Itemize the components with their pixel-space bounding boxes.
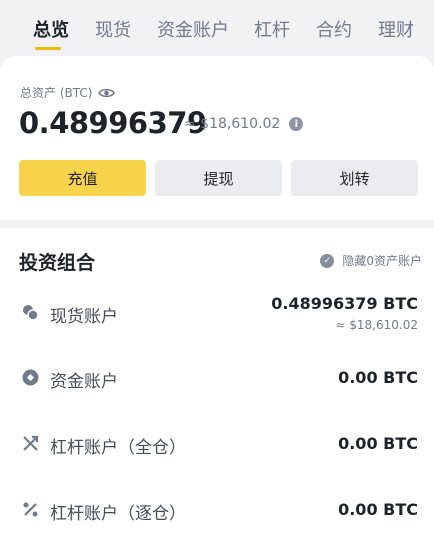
total-btc-value: 0.48996379: [19, 106, 207, 140]
tab-overview[interactable]: 总览: [33, 16, 69, 42]
withdraw-button[interactable]: 提现: [155, 160, 282, 196]
active-tab-indicator: [35, 47, 61, 50]
top-tab-bar: 总览 现货 资金账户 杠杆 合约 理财: [0, 0, 434, 56]
account-usd-value: ≈ $18,610.02: [335, 318, 418, 332]
transfer-button[interactable]: 划转: [291, 160, 418, 196]
portfolio-title: 投资组合: [19, 252, 96, 274]
spot-icon: [22, 304, 39, 321]
eye-icon[interactable]: [98, 87, 116, 99]
overview-card: 总资产 (BTC) 0.48996379 ≈ $18,610.02 i 充值 提…: [0, 56, 434, 220]
account-row-isolated-margin[interactable]: 杠杆账户（逐仓） 0.00 BTC: [0, 486, 434, 536]
tab-margin[interactable]: 杠杆: [254, 16, 290, 42]
cross-margin-icon: [22, 435, 39, 452]
funding-icon: [22, 369, 39, 386]
hide-zero-label: 隐藏0资产账户: [342, 254, 422, 268]
account-name: 资金账户: [50, 372, 118, 392]
total-usd-value: ≈ $18,610.02: [184, 116, 281, 132]
isolated-margin-icon: [22, 501, 39, 518]
account-value: 0.48996379 BTC: [271, 294, 418, 313]
account-value: 0.00 BTC: [338, 434, 418, 453]
hide-zero-toggle[interactable]: ✓ 隐藏0资产账户: [320, 252, 422, 269]
account-value: 0.00 BTC: [338, 500, 418, 519]
account-row-funding[interactable]: 资金账户 0.00 BTC: [0, 354, 434, 404]
check-circle-icon: ✓: [320, 253, 335, 268]
account-name: 杠杆账户（全仓）: [50, 438, 186, 458]
total-usd-row: ≈ $18,610.02 i: [184, 116, 304, 132]
portfolio-card: 投资组合 ✓ 隐藏0资产账户 现货账户 0.48996379 BTC ≈ $18…: [0, 228, 434, 560]
account-name: 现货账户: [50, 307, 118, 327]
tab-funding[interactable]: 资金账户: [157, 16, 229, 42]
total-asset-label-row: 总资产 (BTC): [20, 84, 116, 101]
info-icon[interactable]: i: [289, 117, 304, 131]
tab-earn[interactable]: 理财: [378, 16, 414, 42]
deposit-button[interactable]: 充值: [19, 160, 146, 196]
tab-futures[interactable]: 合约: [316, 16, 352, 42]
account-value: 0.00 BTC: [338, 368, 418, 387]
tab-spot[interactable]: 现货: [95, 16, 131, 42]
account-name: 杠杆账户（逐仓）: [50, 504, 186, 524]
total-asset-label: 总资产 (BTC): [20, 86, 93, 100]
account-row-cross-margin[interactable]: 杠杆账户（全仓） 0.00 BTC: [0, 420, 434, 470]
account-row-spot[interactable]: 现货账户 0.48996379 BTC ≈ $18,610.02: [0, 290, 434, 340]
